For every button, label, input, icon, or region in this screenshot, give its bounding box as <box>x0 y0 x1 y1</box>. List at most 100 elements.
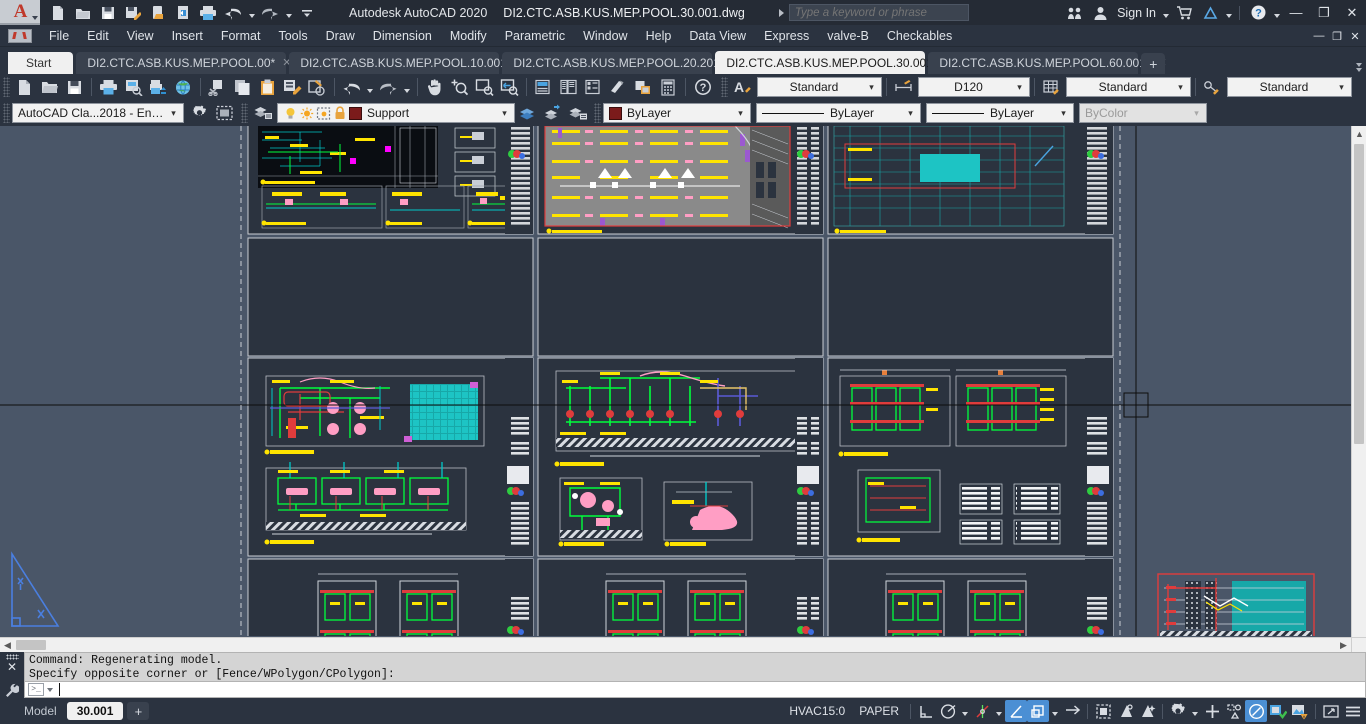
layer-color-swatch[interactable] <box>349 106 362 120</box>
menu-item-dimension[interactable]: Dimension <box>364 25 441 47</box>
open-icon[interactable] <box>37 75 62 99</box>
chevron-down-icon[interactable]: ▾ <box>1190 108 1203 119</box>
undo-icon[interactable] <box>339 75 364 99</box>
hardware-accel-icon[interactable] <box>1267 700 1289 722</box>
customize-qat-icon[interactable] <box>295 2 319 24</box>
table-style-combo[interactable]: Standard ▾ <box>1066 77 1191 97</box>
tab-pool-20-201[interactable]: DI2.CTC.ASB.KUS.MEP.POOL.20.201* ✕ <box>502 52 741 74</box>
menu-item-tools[interactable]: Tools <box>269 25 316 47</box>
new-tab-button[interactable]: + <box>1141 53 1166 74</box>
fullscreen-icon[interactable] <box>1320 700 1342 722</box>
viewport-freeze-icon[interactable] <box>316 106 333 121</box>
close-button[interactable]: ✕ <box>1338 0 1366 25</box>
autodesk-a360-icon[interactable] <box>1197 2 1223 24</box>
lineweight-control-combo[interactable]: ByLayer ▾ <box>926 103 1074 123</box>
open-file-icon[interactable] <box>71 2 95 24</box>
search-input[interactable] <box>788 4 969 21</box>
menu-item-data-view[interactable]: Data View <box>680 25 755 47</box>
lightbulb-icon[interactable] <box>283 106 299 121</box>
command-prompt-dropdown-icon[interactable] <box>44 683 55 696</box>
canvas-vertical-scrollbar[interactable]: ▲ ▼ <box>1351 126 1366 652</box>
annotation-monitor-icon[interactable] <box>1136 700 1158 722</box>
undo-dropdown-icon[interactable] <box>246 2 257 24</box>
table-style-icon[interactable] <box>1039 75 1064 99</box>
redo-icon[interactable] <box>376 75 401 99</box>
chevron-down-icon[interactable]: ▾ <box>734 108 747 119</box>
zoom-previous-icon[interactable] <box>497 75 522 99</box>
menu-item-parametric[interactable]: Parametric <box>496 25 574 47</box>
chevron-down-icon[interactable]: ▾ <box>865 82 878 93</box>
canvas-horizontal-scrollbar[interactable]: ◀ ▶ <box>0 637 1351 652</box>
workspace-gear-dropdown-icon[interactable] <box>1189 700 1201 722</box>
menu-item-help[interactable]: Help <box>637 25 681 47</box>
save-icon[interactable] <box>96 2 120 24</box>
lock-icon[interactable] <box>333 105 349 121</box>
layout-tab-30-001[interactable]: 30.001 <box>66 702 124 720</box>
selection-cycling-icon[interactable] <box>1061 700 1083 722</box>
dimension-style-icon[interactable] <box>891 75 916 99</box>
vertical-scroll-thumb[interactable] <box>1354 144 1364 444</box>
redo-icon[interactable] <box>258 2 282 24</box>
customization-icon[interactable] <box>1342 700 1364 722</box>
sign-in-dropdown-icon[interactable] <box>1160 2 1171 24</box>
layer-make-current-icon[interactable] <box>540 101 565 125</box>
object-snap-icon[interactable] <box>971 700 993 722</box>
wrench-icon[interactable] <box>5 683 19 697</box>
doc-restore-button[interactable]: ❐ <box>1328 25 1346 47</box>
autocad-logo-button[interactable]: A <box>0 0 40 25</box>
menu-item-format[interactable]: Format <box>212 25 270 47</box>
annotation-scale-lock-icon[interactable] <box>1114 700 1136 722</box>
menu-item-express[interactable]: Express <box>755 25 818 47</box>
layers-toolbar-grip[interactable] <box>241 103 248 123</box>
layer-previous-icon[interactable] <box>515 101 540 125</box>
autodesk-community-icon[interactable] <box>1061 2 1087 24</box>
a360-dropdown-icon[interactable] <box>1223 2 1234 24</box>
command-prompt-icon[interactable]: >_ <box>28 683 44 696</box>
autodesk-app-store-icon[interactable] <box>1171 2 1197 24</box>
space-mode-toggle[interactable]: PAPER <box>852 702 906 720</box>
copy-icon[interactable] <box>230 75 255 99</box>
cut-icon[interactable] <box>205 75 230 99</box>
doc-minimize-button[interactable]: — <box>1310 25 1328 47</box>
chevron-down-icon[interactable]: ▾ <box>1057 108 1070 119</box>
publish-icon[interactable] <box>146 75 171 99</box>
scroll-left-arrow-icon[interactable]: ◀ <box>0 638 15 652</box>
graphics-performance-icon[interactable] <box>1223 700 1245 722</box>
zoom-window-icon[interactable] <box>472 75 497 99</box>
annotation-visibility-icon[interactable] <box>1027 700 1049 722</box>
annotation-scale-value[interactable]: HVAC15:0 <box>782 702 852 720</box>
undo-dropdown-icon[interactable] <box>364 75 376 99</box>
tab-pool-00[interactable]: DI2.CTC.ASB.KUS.MEP.POOL.00* ✕ <box>76 52 291 74</box>
search-expand-icon[interactable] <box>778 8 784 17</box>
calculator-icon[interactable] <box>656 75 681 99</box>
scroll-right-arrow-icon[interactable]: ▶ <box>1336 638 1351 652</box>
redo-dropdown-icon[interactable] <box>401 75 413 99</box>
menu-item-draw[interactable]: Draw <box>317 25 364 47</box>
properties-icon[interactable] <box>531 75 556 99</box>
text-style-icon[interactable]: A <box>730 75 755 99</box>
multileader-style-icon[interactable] <box>1200 75 1225 99</box>
save-as-icon[interactable] <box>121 2 145 24</box>
markup-set-icon[interactable] <box>631 75 656 99</box>
sheet-set-manager-icon[interactable] <box>606 75 631 99</box>
scroll-up-arrow-icon[interactable]: ▲ <box>1352 126 1366 141</box>
horizontal-scroll-thumb[interactable] <box>16 640 46 650</box>
osnap-tracking-icon[interactable] <box>1005 700 1027 722</box>
export-icon[interactable] <box>171 2 195 24</box>
clean-screen-icon[interactable] <box>1245 700 1267 722</box>
sun-icon[interactable] <box>299 106 316 121</box>
tool-palettes-icon[interactable] <box>581 75 606 99</box>
undo-icon[interactable] <box>221 2 245 24</box>
block-editor-icon[interactable] <box>305 75 330 99</box>
menu-item-file[interactable]: File <box>40 25 78 47</box>
chevron-down-icon[interactable]: ▾ <box>498 108 511 119</box>
chevron-down-icon[interactable]: ▾ <box>1335 82 1348 93</box>
linetype-control-combo[interactable]: ByLayer ▾ <box>756 103 921 123</box>
object-color-swatch[interactable] <box>609 106 622 120</box>
save-icon[interactable] <box>62 75 87 99</box>
text-style-combo[interactable]: Standard ▾ <box>757 77 882 97</box>
minimize-button[interactable]: — <box>1282 0 1310 25</box>
redo-dropdown-icon[interactable] <box>283 2 294 24</box>
help-icon[interactable]: ? <box>1245 2 1271 24</box>
plotstyle-control-combo[interactable]: ByColor ▾ <box>1079 103 1207 123</box>
